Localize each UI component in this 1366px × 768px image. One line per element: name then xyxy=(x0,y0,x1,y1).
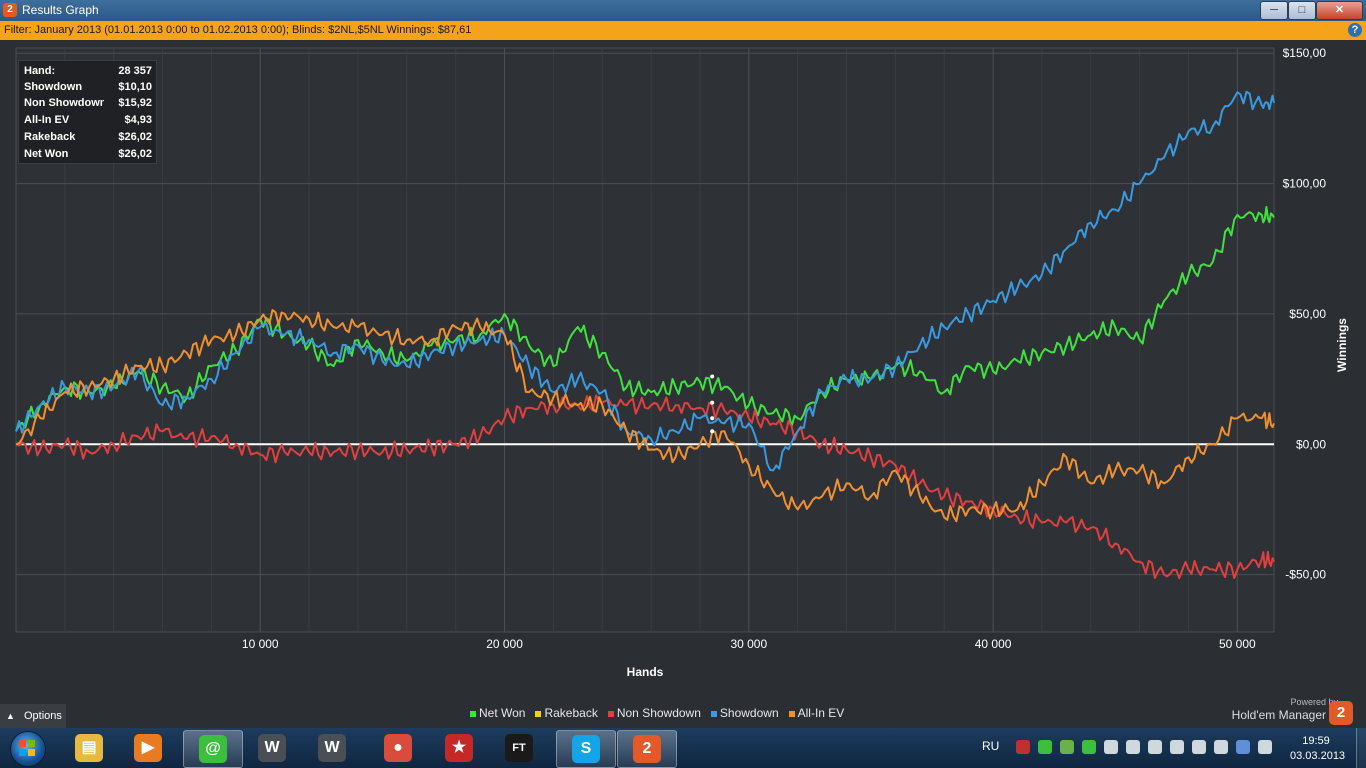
stats-label: Rakeback xyxy=(24,131,76,143)
x-tick-label: 40 000 xyxy=(975,637,1012,651)
stats-label: Non Showdown xyxy=(24,97,104,109)
stats-value: 28 357 xyxy=(118,65,152,77)
taskbar-world-of-tanks-2[interactable]: W xyxy=(303,730,361,766)
mail-agent-icon: @ xyxy=(199,735,227,763)
results-chart: 10 000 20 000 30 000 40 000 50 000 $150,00 $10… xyxy=(15,46,1349,679)
legend-item[interactable]: Net Won xyxy=(470,706,525,720)
full-tilt-icon: FT xyxy=(505,734,533,762)
taskbar-world-of-tanks[interactable]: W xyxy=(243,730,301,766)
legend-swatch xyxy=(535,710,542,717)
options-button[interactable]: ▲ Options xyxy=(0,704,66,728)
taskbar-skype[interactable]: S xyxy=(556,730,616,768)
x-tick-label: 50 000 xyxy=(1219,637,1256,651)
chart-legend: Net Won Rakeback Non Showdown Showdown All-I… xyxy=(470,706,854,722)
stats-label: Showdown xyxy=(24,81,83,93)
tray-icon[interactable] xyxy=(1192,740,1206,754)
x-tick-label: 20 000 xyxy=(486,637,523,651)
x-tick-label: 30 000 xyxy=(730,637,767,651)
tray-icon[interactable] xyxy=(1126,740,1140,754)
tray-icon[interactable] xyxy=(1258,740,1272,754)
pokerstars-icon: ★ xyxy=(445,734,473,762)
chevron-up-icon: ▲ xyxy=(6,711,15,721)
tray-icon[interactable] xyxy=(1060,740,1074,754)
tray-icon[interactable] xyxy=(1016,740,1030,754)
powered-by-text: Powered by xyxy=(1290,697,1338,707)
x-tick-label: 10 000 xyxy=(242,637,279,651)
taskbar-chrome[interactable]: ● xyxy=(369,730,427,766)
clock-date[interactable]: 03.03.2013 xyxy=(1290,750,1345,762)
stats-label: Net Won xyxy=(24,148,69,160)
legend-label: All-In EV xyxy=(797,706,845,720)
series-marker xyxy=(710,374,715,379)
legend-label: Net Won xyxy=(479,706,526,720)
y-axis-title: Winnings xyxy=(1335,318,1349,372)
stats-value: $10,10 xyxy=(118,81,152,93)
y-tick-label: $50,00 xyxy=(1289,307,1326,321)
tray-icon[interactable] xyxy=(1104,740,1118,754)
show-desktop-button[interactable] xyxy=(1356,728,1366,768)
taskbar-media-player[interactable]: ▶ xyxy=(119,730,177,766)
tray-icon[interactable] xyxy=(1214,740,1228,754)
stats-row-hand: Hand: 28 357 xyxy=(24,63,152,79)
y-tick-label: $100,00 xyxy=(1283,177,1327,191)
legend-swatch xyxy=(710,710,717,717)
media-player-icon: ▶ xyxy=(134,734,162,762)
holdem-manager-icon: 2 xyxy=(633,735,661,763)
stats-box: Hand: 28 357 Showdown $10,10 Non Showdown $… xyxy=(18,60,157,164)
y-tick-label: -$50,00 xyxy=(1285,568,1326,582)
stats-value: $4,93 xyxy=(124,114,152,126)
stats-row-showdown: Showdown $10,10 xyxy=(24,79,152,95)
language-indicator[interactable]: RU xyxy=(982,739,999,753)
taskbar-pokerstars[interactable]: ★ xyxy=(430,730,488,766)
skype-icon: S xyxy=(572,735,600,763)
y-tick-label: $150,00 xyxy=(1283,46,1327,60)
stats-value: $26,02 xyxy=(118,148,152,160)
stats-row-rakeback: Rakeback $26,02 xyxy=(24,129,152,145)
holdem-manager-logo: 2 xyxy=(1329,701,1353,725)
world-of-tanks-icon: W xyxy=(258,734,286,762)
legend-item[interactable]: Rakeback xyxy=(535,706,598,720)
clock-time[interactable]: 19:59 xyxy=(1296,735,1336,747)
world-of-tanks-2-icon: W xyxy=(318,734,346,762)
explorer-icon: ▤ xyxy=(75,734,103,762)
x-axis-title: Hands xyxy=(627,665,664,679)
legend-label: Non Showdown xyxy=(616,706,701,720)
legend-item[interactable]: Showdown xyxy=(710,706,779,720)
legend-swatch xyxy=(607,710,614,717)
stats-row-non-showdown: Non Showdown $15,92 xyxy=(24,95,152,111)
start-button[interactable] xyxy=(4,730,54,767)
tray-icon[interactable] xyxy=(1148,740,1162,754)
tray-icon[interactable] xyxy=(1082,740,1096,754)
legend-label: Rakeback xyxy=(544,706,598,720)
options-label: Options xyxy=(24,710,62,722)
legend-swatch xyxy=(470,710,476,717)
taskbar-full-tilt[interactable]: FT xyxy=(490,730,548,766)
stats-row-net-won: Net Won $26,02 xyxy=(24,146,152,162)
stats-label: All-In EV xyxy=(24,114,70,126)
chrome-icon: ● xyxy=(384,734,412,762)
holdem-manager-name: Hold'em Manager xyxy=(1231,708,1326,722)
taskbar-holdem-manager[interactable]: 2 xyxy=(617,730,677,768)
taskbar-mail-agent[interactable]: @ xyxy=(183,730,243,768)
stats-value: $26,02 xyxy=(118,131,152,143)
series-marker xyxy=(710,429,715,434)
series-marker xyxy=(710,416,715,421)
y-tick-label: $0,00 xyxy=(1296,437,1326,451)
tray-icon[interactable] xyxy=(1236,740,1250,754)
tray-icon[interactable] xyxy=(1170,740,1184,754)
series-marker xyxy=(710,400,715,405)
taskbar-explorer[interactable]: ▤ xyxy=(60,730,118,766)
legend-swatch xyxy=(788,710,795,717)
stats-row-allin-ev: All-In EV $4,93 xyxy=(24,112,152,128)
stats-value: $15,92 xyxy=(118,97,152,109)
windows-flag-icon xyxy=(19,740,35,756)
legend-label: Showdown xyxy=(719,706,779,720)
legend-item[interactable]: Non Showdown xyxy=(607,706,701,720)
tray-icon[interactable] xyxy=(1038,740,1052,754)
legend-item[interactable]: All-In EV xyxy=(788,706,845,720)
stats-label: Hand: xyxy=(24,65,56,77)
